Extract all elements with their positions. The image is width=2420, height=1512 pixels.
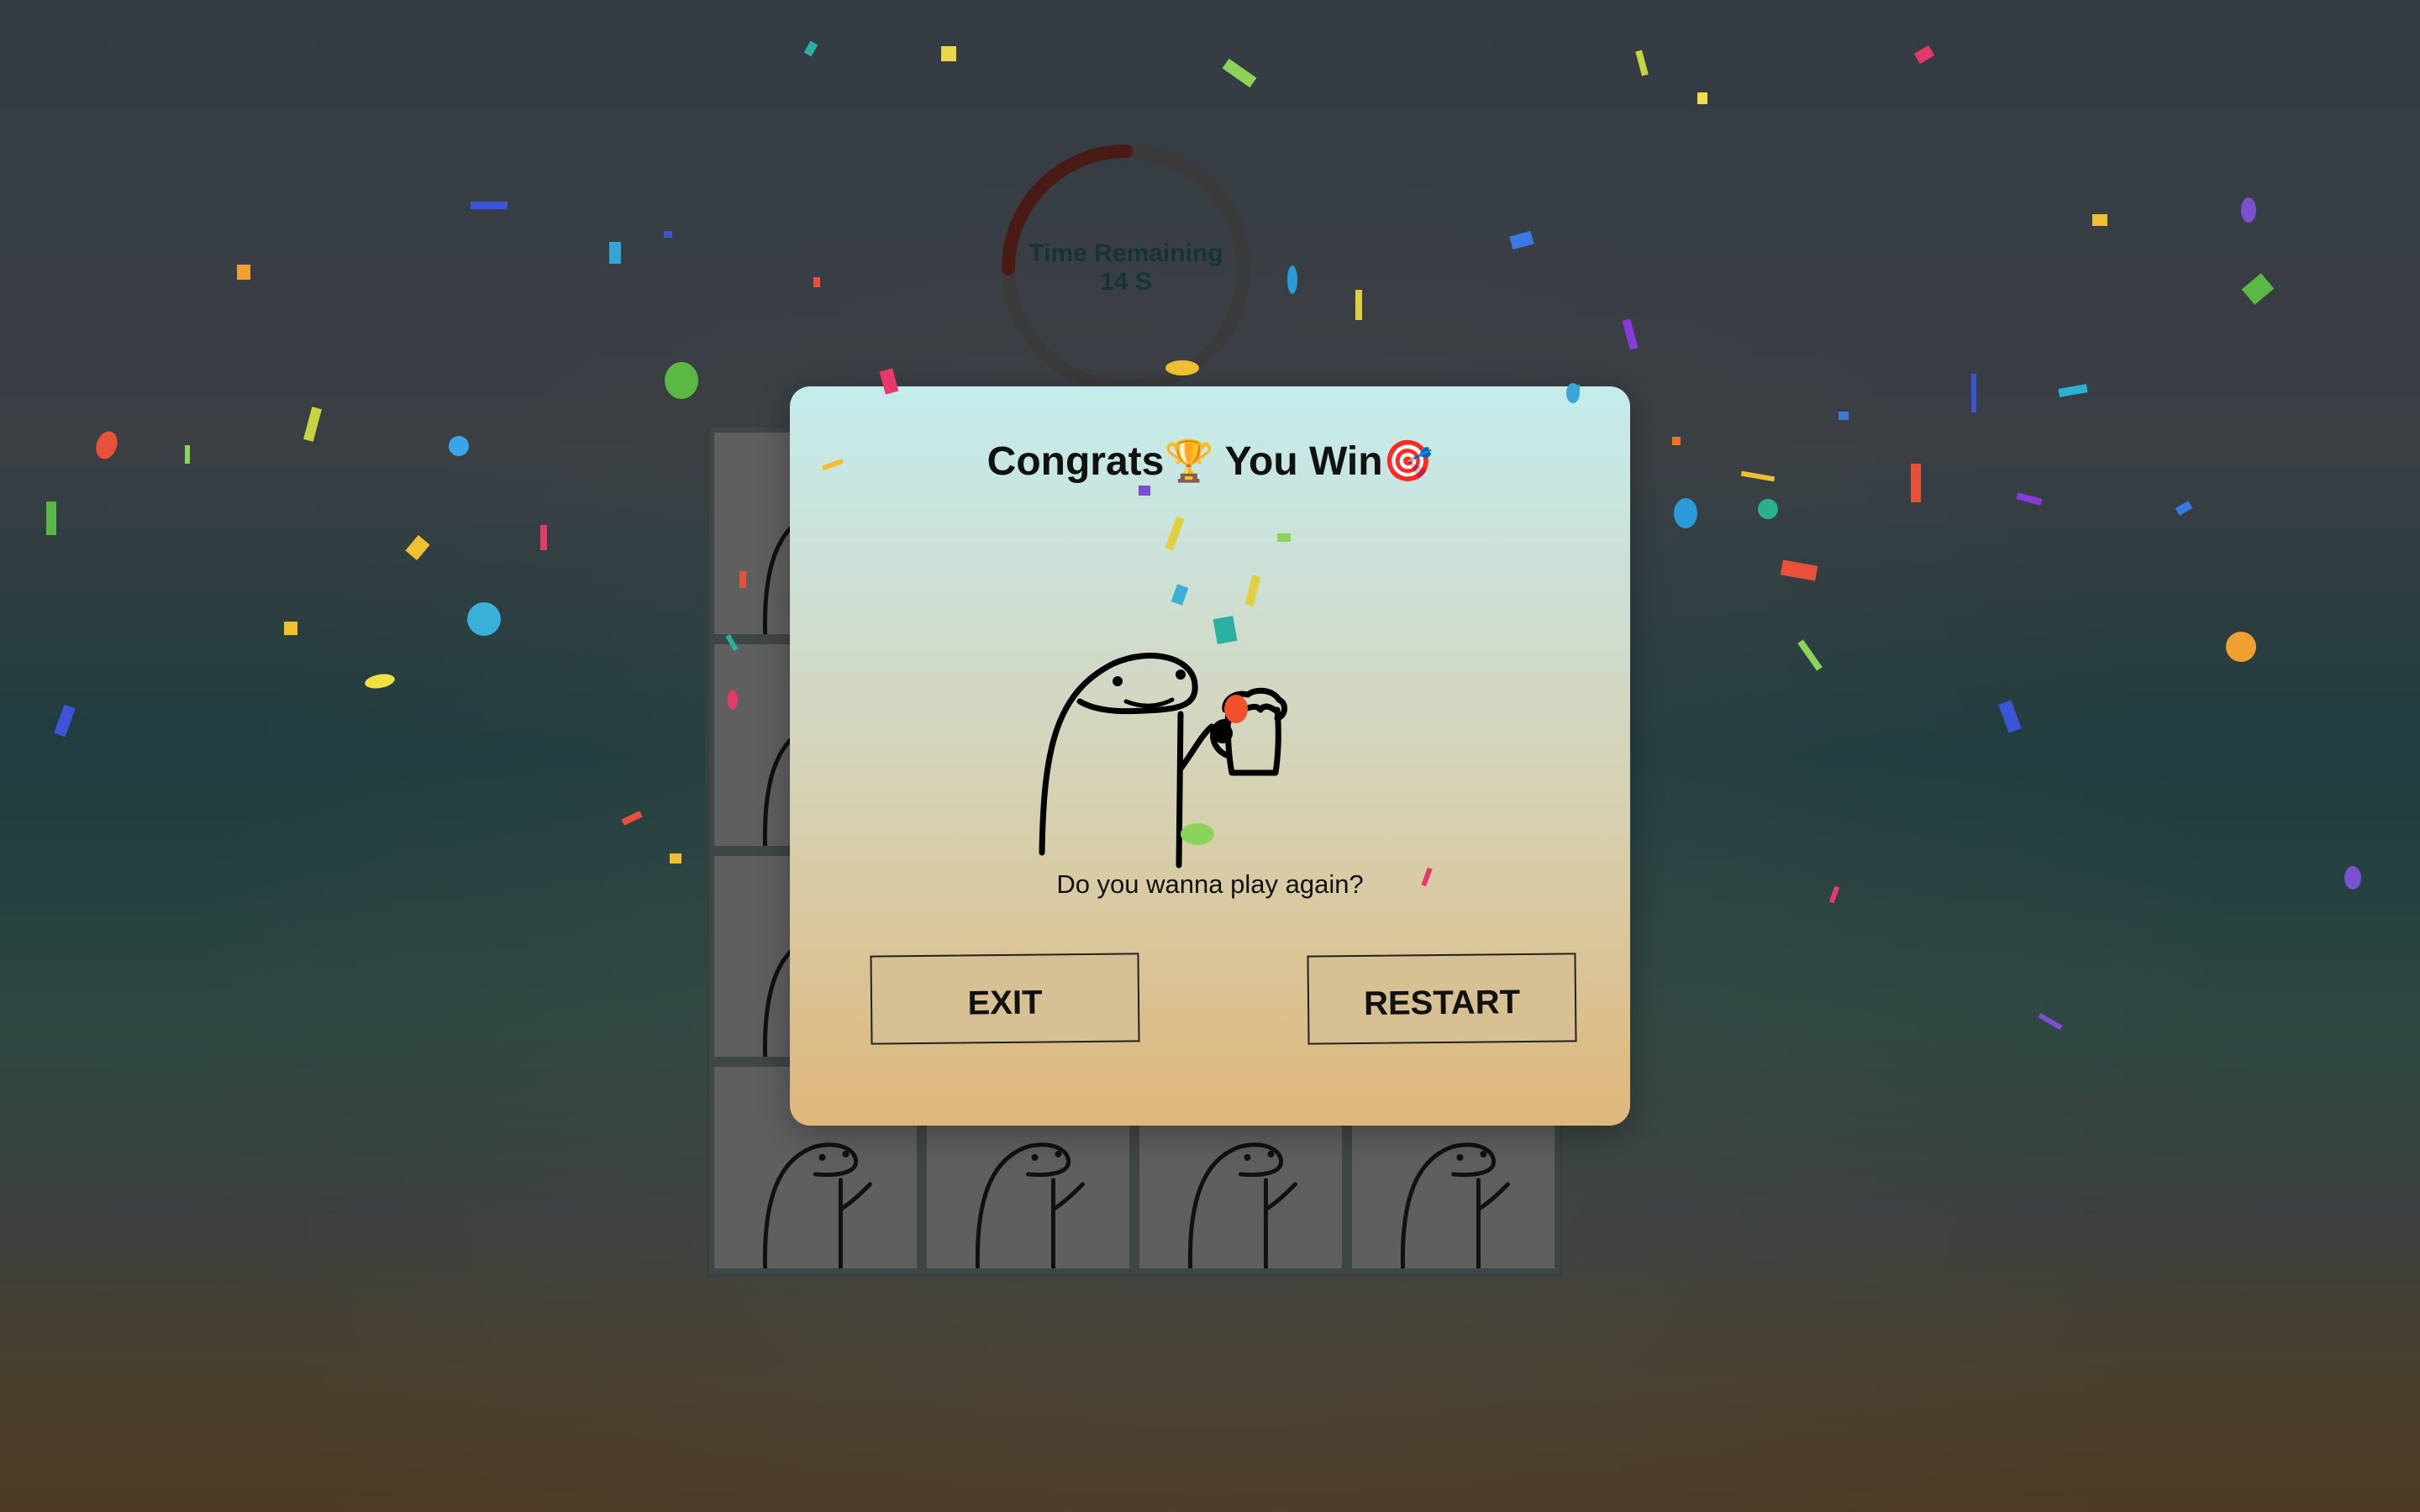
timer-label: Time Remaining: [1028, 239, 1223, 267]
dialog-title: Congrats🏆 You Win🎯: [986, 439, 1434, 484]
timer: Time Remaining 14 S: [1000, 143, 1252, 395]
play-again-question: Do you wanna play again?: [1056, 869, 1364, 899]
exit-button[interactable]: EXIT: [870, 953, 1140, 1045]
doodle-character-with-beer-mug-icon: [1039, 652, 1287, 869]
restart-button[interactable]: RESTART: [1307, 953, 1577, 1045]
timer-value: 14 S: [1100, 268, 1152, 296]
win-dialog: Congrats🏆 You Win🎯 Do you wanna play aga…: [790, 386, 1630, 1126]
timer-text: Time Remaining 14 S: [1000, 239, 1252, 297]
